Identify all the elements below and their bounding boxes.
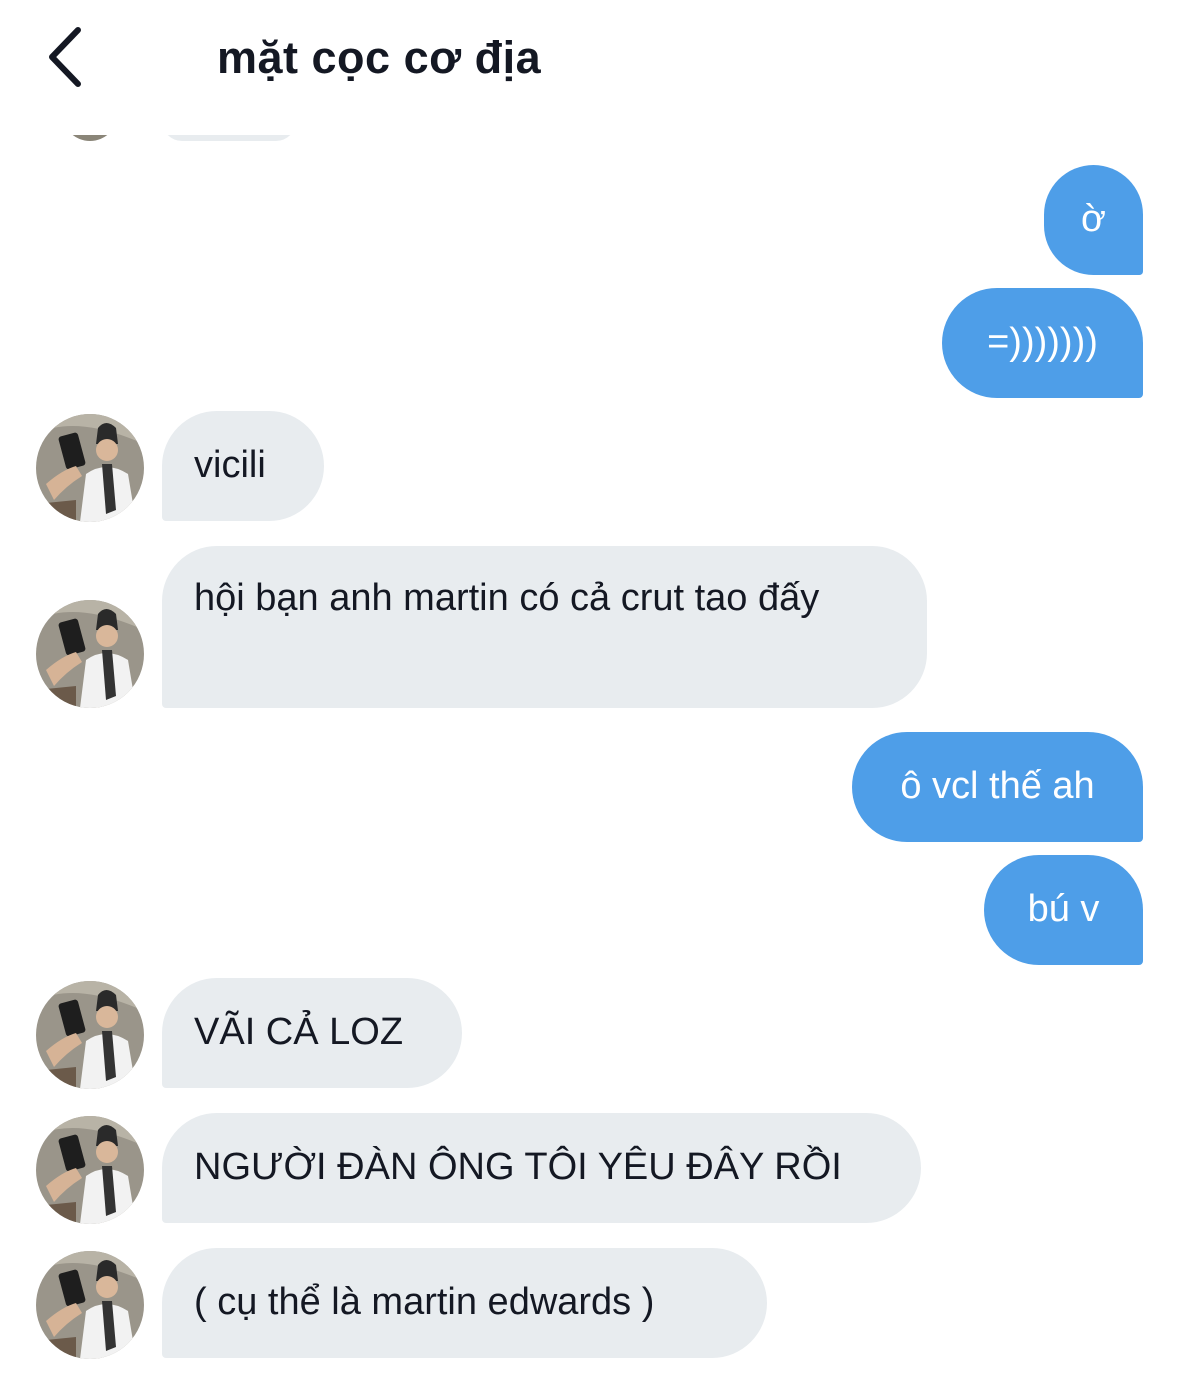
message-bubble-incoming[interactable]: ( cụ thể là martin edwards ) <box>162 1248 767 1358</box>
chevron-left-icon <box>49 27 81 87</box>
message-bubble-incoming[interactable]: VÃI CẢ LOZ <box>162 978 462 1088</box>
partial-message-bubble <box>162 135 296 141</box>
message-bubble-incoming[interactable]: vicili <box>162 411 324 521</box>
conversation-title[interactable]: mặt cọc cơ địa <box>217 30 541 86</box>
contact-avatar[interactable] <box>36 414 144 522</box>
message-bubble-outgoing[interactable]: =))))))) <box>942 288 1143 398</box>
profile-photo <box>36 1251 144 1359</box>
conversation-header: mặt cọc cơ địa <box>0 0 1179 120</box>
message-bubble-outgoing[interactable]: ô vcl thế ah <box>852 732 1143 842</box>
partial-avatar <box>62 135 118 141</box>
contact-avatar[interactable] <box>36 600 144 708</box>
contact-avatar[interactable] <box>36 1251 144 1359</box>
profile-photo <box>36 981 144 1089</box>
contact-avatar[interactable] <box>36 981 144 1089</box>
contact-avatar[interactable] <box>36 1116 144 1224</box>
message-bubble-incoming[interactable]: NGƯỜI ĐÀN ÔNG TÔI YÊU ĐÂY RỒI <box>162 1113 921 1223</box>
profile-photo <box>36 414 144 522</box>
message-bubble-outgoing[interactable]: bú v <box>984 855 1143 965</box>
message-bubble-outgoing[interactable]: ờ <box>1044 165 1143 275</box>
profile-photo <box>36 600 144 708</box>
profile-photo <box>36 1116 144 1224</box>
back-button[interactable] <box>40 22 100 92</box>
message-bubble-incoming[interactable]: hội bạn anh martin có cả crut tao đấy <box>162 546 927 708</box>
